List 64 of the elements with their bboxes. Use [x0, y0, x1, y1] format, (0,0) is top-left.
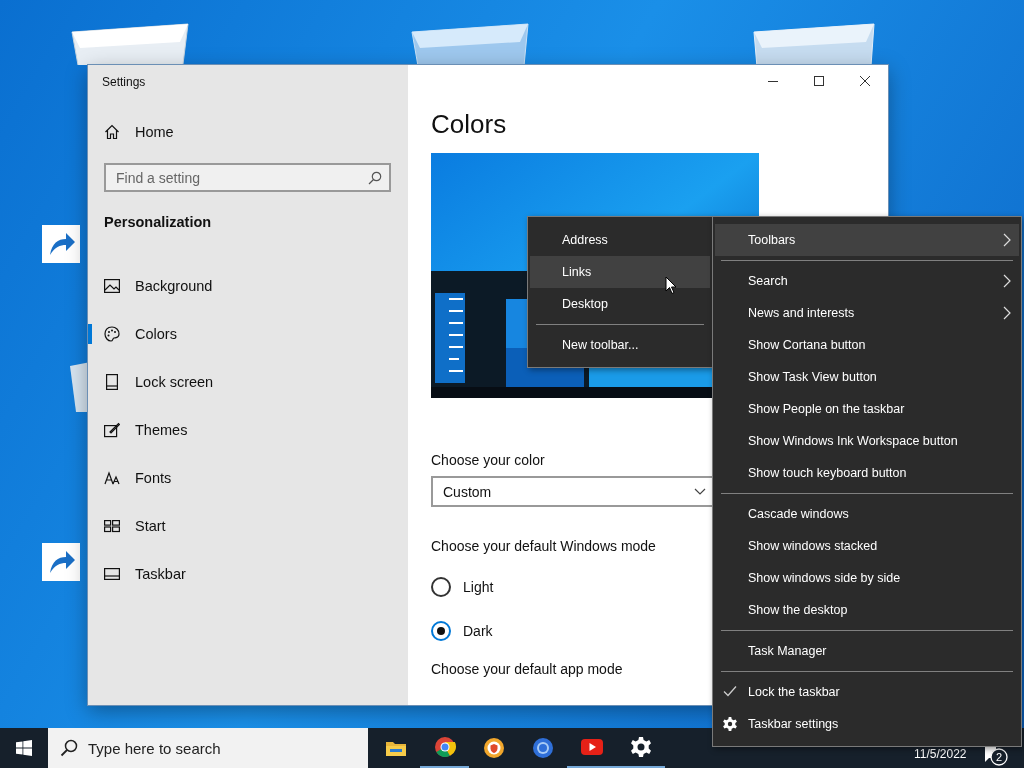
menu-item[interactable]: Show windows side by side — [715, 562, 1019, 594]
menu-item[interactable]: Links — [530, 256, 710, 288]
shortcut-icon[interactable] — [42, 225, 80, 263]
page-heading: Colors — [431, 108, 508, 141]
close-icon — [859, 75, 871, 87]
nav-item[interactable]: Background — [88, 262, 408, 310]
field-label: Choose your default app mode — [431, 661, 623, 677]
nav-item[interactable]: Themes — [88, 406, 408, 454]
field-label: Choose your color — [431, 452, 545, 468]
radio-option[interactable]: Dark — [431, 609, 493, 653]
menu-item[interactable]: Show touch keyboard button — [715, 457, 1019, 489]
tablet-icon — [104, 374, 120, 390]
window-title: Settings — [101, 74, 147, 91]
menu-item[interactable]: New toolbar... — [530, 329, 710, 361]
menu-item[interactable]: Address — [530, 224, 710, 256]
menu-item[interactable]: Show People on the taskbar — [715, 393, 1019, 425]
nav-item[interactable]: Fonts — [88, 454, 408, 502]
browser-icon — [432, 735, 457, 759]
menu-item[interactable]: Lock the taskbar — [715, 676, 1019, 708]
shortcut-icon[interactable] — [42, 543, 80, 581]
menu-item[interactable]: Toolbars — [715, 224, 1019, 256]
clock-date[interactable]: 11/5/2022 — [914, 747, 967, 761]
nav-item[interactable]: Taskbar — [88, 550, 408, 598]
palette-icon — [104, 326, 120, 342]
gear-icon — [723, 717, 737, 731]
tiles-icon — [104, 518, 120, 534]
maximize-icon — [813, 75, 825, 87]
windows-logo-icon — [16, 740, 32, 756]
menu-item[interactable]: Show Task View button — [715, 361, 1019, 393]
menu-item[interactable]: Desktop — [530, 288, 710, 320]
taskbar-icon — [104, 566, 120, 582]
menu-item[interactable]: Task Manager — [715, 635, 1019, 667]
section-heading: Personalization — [104, 214, 213, 232]
radio-button[interactable] — [431, 577, 451, 597]
menu-item[interactable]: Show Windows Ink Workspace button — [715, 425, 1019, 457]
radio-option[interactable]: Light — [431, 565, 494, 609]
home-link[interactable]: Home — [104, 121, 408, 143]
menu-item[interactable]: News and interests — [715, 297, 1019, 329]
menu-item[interactable]: Search — [715, 265, 1019, 297]
search-field[interactable]: Find a setting — [104, 163, 391, 192]
nav-item[interactable]: Start — [88, 502, 408, 550]
font-icon — [104, 470, 120, 486]
field-label: Choose your default Windows mode — [431, 538, 656, 554]
menu-item[interactable]: Show the desktop — [715, 594, 1019, 626]
nav-item[interactable]: Colors — [88, 310, 408, 358]
menu-item[interactable]: Taskbar settings — [715, 708, 1019, 740]
search-icon — [60, 739, 78, 757]
chevron-icon — [694, 487, 706, 496]
browser-icon — [530, 736, 555, 760]
menu-item[interactable]: Show windows stacked — [715, 530, 1019, 562]
cursor-icon — [665, 276, 677, 295]
home-icon — [104, 124, 120, 140]
gear-icon — [628, 735, 653, 759]
color-dropdown[interactable]: Custom — [431, 476, 714, 507]
image-icon — [104, 278, 120, 294]
taskbar-search-field[interactable]: Type here to search — [48, 728, 368, 768]
search-icon — [368, 171, 382, 185]
shield-icon — [481, 736, 506, 760]
menu-item[interactable]: Cascade windows — [715, 498, 1019, 530]
bin-icon[interactable] — [408, 20, 532, 66]
menu-item[interactable]: Show Cortana button — [715, 329, 1019, 361]
brush-icon — [104, 422, 120, 438]
radio-button[interactable] — [431, 621, 451, 641]
nav-item[interactable]: Lock screen — [88, 358, 408, 406]
